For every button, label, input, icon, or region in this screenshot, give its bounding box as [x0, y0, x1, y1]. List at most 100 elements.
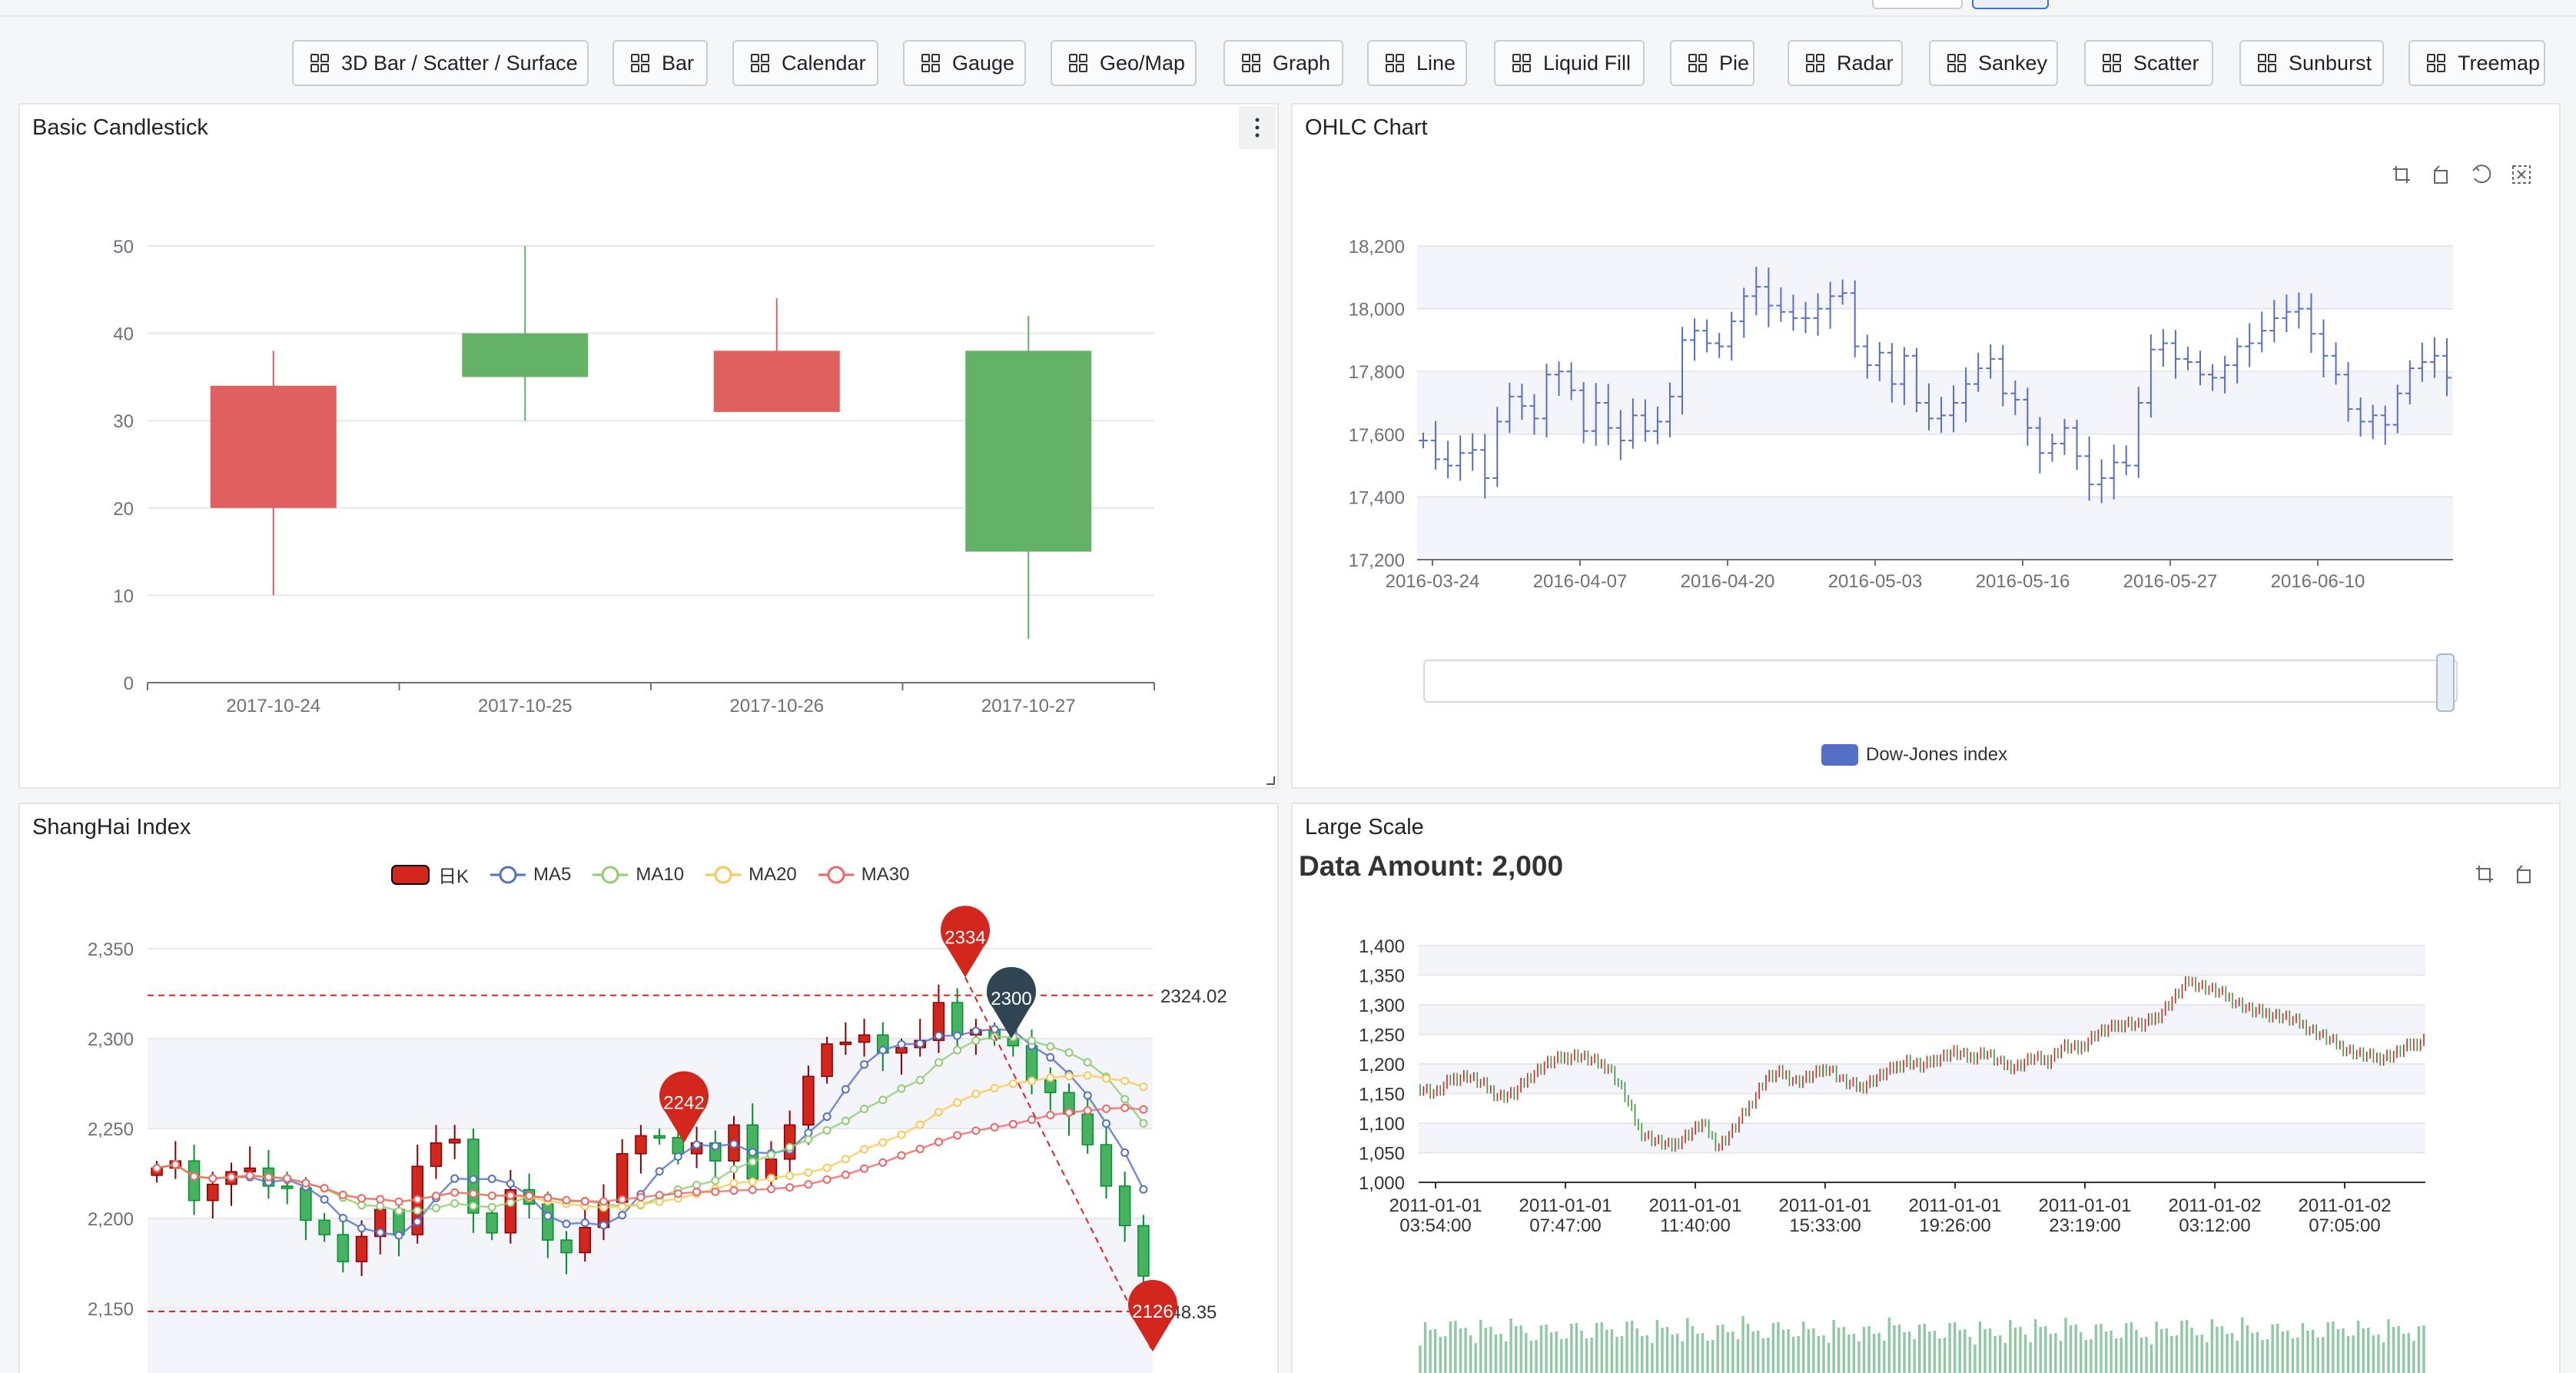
grid-icon: [2103, 54, 2121, 72]
x-tick-label-date: 2011-01-01: [1909, 1195, 2002, 1216]
ma-point-5: [822, 1112, 832, 1122]
ma-point-30: [525, 1192, 534, 1201]
y-tick-label: 2,300: [88, 1029, 134, 1050]
button-label: Calendar: [782, 51, 866, 75]
ma-point-20: [934, 1108, 943, 1117]
panel-shanghai-index: ShangHai Index 日K MA5 MA10 MA20 MA30 2,150 2,…: [18, 803, 1279, 1373]
ma-point-5: [413, 1217, 422, 1226]
y-tick-label: 17,200: [1349, 550, 1405, 571]
chart-type-button-pie[interactable]: Pie: [1670, 40, 1754, 86]
ma-point-10: [413, 1206, 422, 1215]
ma-point-30: [1027, 1115, 1037, 1125]
ma-point-20: [1120, 1076, 1130, 1085]
ma-point-10: [1027, 1036, 1037, 1046]
chart-type-button-gauge[interactable]: Gauge: [903, 40, 1026, 86]
chart-type-button-graph[interactable]: Graph: [1223, 40, 1343, 86]
button-label: Radar: [1837, 51, 1894, 75]
candle-body: [207, 1183, 219, 1202]
pin-label: 2126: [1132, 1302, 1173, 1322]
chart-type-toolbar: 3D Bar / Scatter / Surface Bar Calendar Gau…: [0, 15, 2576, 112]
button-label: Sunburst: [2289, 51, 2372, 75]
ma-point-30: [227, 1172, 236, 1182]
datazoom-handle[interactable]: [2436, 653, 2455, 712]
ma-point-5: [748, 1148, 757, 1157]
legend-item-dow-jones[interactable]: Dow-Jones index: [1821, 744, 2007, 766]
ma-point-20: [618, 1202, 627, 1212]
chart-type-button-radar[interactable]: Radar: [1788, 40, 1903, 86]
button-label: Geo/Map: [1100, 51, 1186, 75]
chart-type-button-scatter[interactable]: Scatter: [2084, 40, 2213, 86]
candle-body: [486, 1212, 498, 1234]
ma-point-30: [711, 1187, 720, 1196]
chart-type-button-sankey[interactable]: Sankey: [1929, 40, 2058, 86]
ma-point-20: [1083, 1071, 1092, 1080]
ma-point-5: [506, 1179, 515, 1188]
ohlc-legend: Dow-Jones index: [1821, 744, 2007, 766]
ma-point-30: [990, 1122, 999, 1132]
ma-point-30: [283, 1174, 292, 1183]
chart-type-button-line[interactable]: Line: [1367, 40, 1467, 86]
top-control-left[interactable]: [1872, 0, 1963, 9]
chart-type-button-treemap[interactable]: Treemap: [2408, 40, 2545, 86]
ma-point-5: [878, 1046, 888, 1055]
y-tick-label: 1,050: [1359, 1144, 1405, 1165]
ma-point-10: [729, 1165, 739, 1174]
ma-point-10: [934, 1058, 943, 1067]
chart-type-button-bar[interactable]: Bar: [612, 40, 708, 86]
candle-body: [858, 1034, 871, 1043]
y-tick-label: 17,600: [1349, 425, 1405, 446]
ma-point-30: [1008, 1119, 1017, 1129]
ma-point-10: [897, 1084, 906, 1093]
chart-type-button-sunburst[interactable]: Sunburst: [2239, 40, 2384, 86]
ma-point-30: [618, 1195, 627, 1204]
x-tick-label-date: 2011-01-01: [1649, 1195, 1742, 1216]
ma-point-30: [245, 1171, 254, 1180]
ma-point-30: [1139, 1105, 1148, 1114]
x-tick-label-date: 2011-01-01: [2039, 1195, 2132, 1216]
ma-point-20: [897, 1130, 906, 1139]
ma-point-30: [785, 1183, 795, 1192]
panel-basic-candlestick: Basic Candlestick 0 10 20 30 40 50 2017-10-24 2…: [18, 103, 1279, 789]
y-tick-label: 1,100: [1359, 1114, 1405, 1135]
candle-body: [318, 1219, 330, 1235]
ma-point-5: [655, 1167, 664, 1176]
ma-point-30: [953, 1131, 962, 1140]
ma-point-5: [1101, 1119, 1110, 1128]
ma-point-10: [394, 1206, 403, 1215]
ma-point-20: [971, 1089, 981, 1099]
x-tick-label: 2017-10-27: [981, 696, 1076, 716]
ma-point-20: [841, 1155, 850, 1164]
ma-point-5: [618, 1211, 627, 1220]
datazoom-slider[interactable]: [1423, 653, 2458, 712]
ma-point-30: [469, 1189, 478, 1198]
ma-point-10: [915, 1075, 925, 1085]
ma-point-30: [766, 1185, 775, 1194]
ma-point-20: [1064, 1072, 1074, 1081]
ma-point-30: [543, 1193, 553, 1202]
ma-point-10: [469, 1202, 478, 1211]
y-tick-label: 17,800: [1349, 362, 1405, 383]
ma-point-20: [990, 1083, 999, 1092]
ma-point-10: [841, 1116, 850, 1125]
chart-type-button-geo-map[interactable]: Geo/Map: [1051, 40, 1197, 86]
x-tick-label-date: 2011-01-01: [1779, 1195, 1872, 1216]
top-control-right[interactable]: [1972, 0, 2049, 9]
ma-point-30: [264, 1172, 273, 1182]
button-label: 3D Bar / Scatter / Surface: [341, 51, 578, 75]
candle-body: [1137, 1225, 1150, 1277]
grid-icon: [1806, 54, 1824, 72]
x-tick-label-date: 2011-01-01: [1389, 1195, 1482, 1216]
chart-type-button-3d-bar-scatter-surface[interactable]: 3D Bar / Scatter / Surface: [292, 40, 589, 86]
chart-type-button-calendar[interactable]: Calendar: [732, 40, 878, 86]
candle-body: [1100, 1144, 1113, 1187]
ma-point-10: [766, 1150, 775, 1159]
chart-type-button-liquid-fill[interactable]: Liquid Fill: [1494, 40, 1645, 86]
ma-point-30: [1046, 1110, 1055, 1119]
x-tick-label: 2016-03-24: [1386, 571, 1480, 592]
x-tick-label-date: 2011-01-02: [2299, 1195, 2392, 1216]
top-strip: [0, 0, 2576, 17]
ma-point-5: [915, 1039, 925, 1049]
ma-point-10: [506, 1198, 515, 1207]
grid-icon: [921, 54, 940, 72]
ma-point-20: [636, 1200, 646, 1209]
